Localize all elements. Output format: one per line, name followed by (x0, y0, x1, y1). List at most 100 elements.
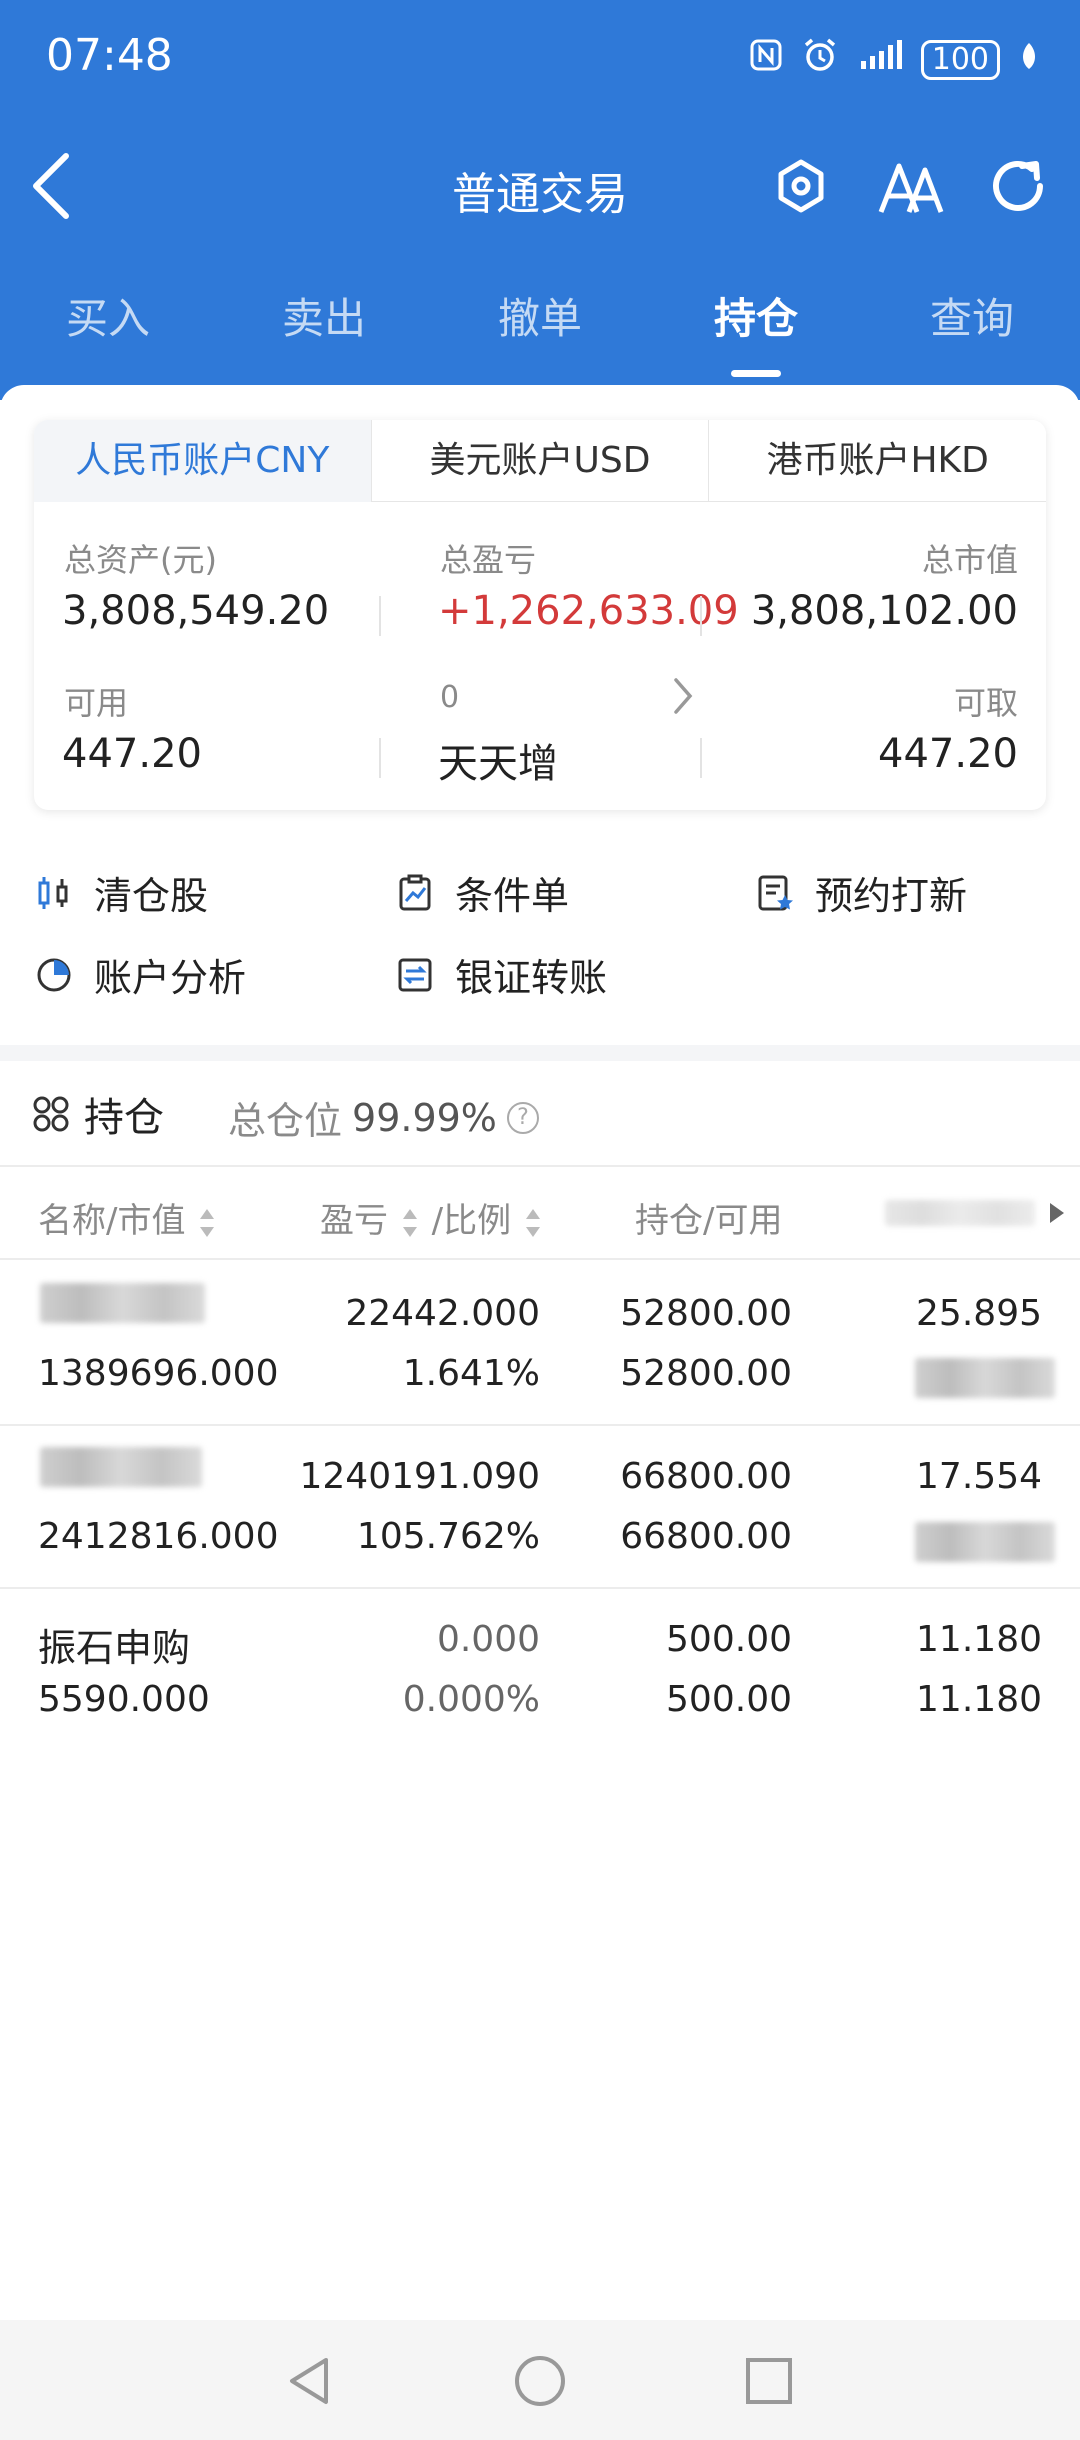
currency-tabs: 人民币账户CNY 美元账户USD 港币账户HKD (34, 420, 1046, 502)
total-pnl-label: 总盈亏 (440, 541, 537, 579)
position-value: 66800.00 (620, 1456, 792, 1497)
withdrawable-value: 447.20 (878, 731, 1018, 777)
ipo-reservation-button[interactable]: 预约打新 (755, 865, 967, 920)
active-tab-indicator (731, 370, 781, 377)
divider (0, 1165, 1080, 1167)
conditional-order-label: 条件单 (455, 874, 570, 918)
battery-indicator: 100 (920, 39, 1000, 80)
leaf-icon (1018, 40, 1040, 80)
available-value: 447.20 (62, 731, 202, 777)
tab-buy[interactable]: 买入 (66, 285, 150, 346)
tab-holdings[interactable]: 持仓 (714, 285, 798, 346)
font-size-icon[interactable] (875, 150, 947, 222)
available-value: 500.00 (666, 1679, 792, 1720)
divider (700, 596, 702, 636)
transfer-icon (398, 958, 432, 991)
total-pnl-value: +1,262,633.09 (438, 588, 739, 634)
tab-query[interactable]: 查询 (930, 285, 1014, 346)
bank-transfer-button[interactable]: 银证转账 (395, 947, 607, 1002)
column-pnl[interactable]: 盈亏 /比例 (320, 1193, 544, 1242)
available-label: 可用 (64, 684, 129, 722)
available-value: 52800.00 (620, 1353, 792, 1394)
withdrawable-label: 可取 (953, 684, 1018, 722)
nav-back-icon[interactable] (282, 2354, 336, 2412)
nav-home-icon[interactable] (513, 2354, 567, 2412)
help-icon[interactable]: ? (506, 1101, 539, 1134)
status-time: 07:48 (46, 30, 173, 81)
divider (700, 738, 702, 778)
divider (0, 1587, 1080, 1589)
stock-name-redacted (40, 1447, 202, 1487)
column-header-redacted (885, 1200, 1035, 1226)
system-nav-bar (0, 2320, 1080, 2440)
stock-name: 振石申购 (38, 1626, 191, 1670)
market-value: 2412816.000 (38, 1516, 279, 1557)
market-value: 5590.000 (38, 1679, 210, 1720)
account-analysis-label: 账户分析 (94, 956, 247, 1000)
candlestick-icon (38, 876, 68, 909)
scroll-right-arrow-icon[interactable] (1046, 1200, 1068, 1230)
total-assets-label: 总资产(元) (64, 541, 217, 579)
divider (379, 596, 381, 636)
available-value: 66800.00 (620, 1516, 792, 1557)
document-star-icon (758, 875, 793, 910)
signal-icon (857, 39, 903, 80)
pnl-ratio: 1.641% (402, 1353, 540, 1394)
column-ratio-label: /比例 (431, 1201, 512, 1241)
holdings-title-label: 持仓 (84, 1095, 164, 1141)
clear-stock-label: 清仓股 (94, 874, 209, 918)
price-value: 11.180 (916, 1619, 1042, 1660)
bank-transfer-label: 银证转账 (455, 956, 608, 1000)
market-value-value: 3,808,102.00 (750, 588, 1018, 634)
clear-stock-button[interactable]: 清仓股 (34, 865, 208, 920)
position-ratio: 总仓位 99.99% ? (228, 1090, 539, 1145)
status-icons: 100 (749, 36, 1040, 83)
cost-redacted (915, 1358, 1055, 1398)
ipo-reservation-label: 预约打新 (815, 874, 968, 918)
tab-cancel-order[interactable]: 撤单 (498, 285, 582, 346)
column-name-mv[interactable]: 名称/市值 (38, 1193, 218, 1242)
pnl-ratio: 105.762% (356, 1516, 540, 1557)
price-value: 25.895 (916, 1293, 1042, 1334)
app-header: 07:48 100 普通交易 买入 卖出 撤单 持仓 查询 (0, 0, 1080, 400)
tiantianzeng-label[interactable]: 天天增 (438, 731, 558, 789)
position-ratio-value: 99.99% (352, 1095, 497, 1140)
holdings-title: 持仓 (32, 1085, 164, 1143)
trade-tabs: 买入 卖出 撤单 持仓 查询 (0, 285, 1080, 355)
market-value-label: 总市值 (921, 541, 1018, 579)
pnl-value: 1240191.090 (299, 1456, 541, 1497)
chevron-right-icon[interactable] (670, 676, 696, 720)
refresh-icon[interactable] (982, 150, 1054, 222)
pnl-value: 22442.000 (345, 1293, 540, 1334)
pie-chart-icon (37, 958, 71, 991)
column-name-mv-label: 名称/市值 (38, 1201, 186, 1241)
pnl-value: 0.000 (436, 1619, 540, 1660)
cost-redacted (915, 1522, 1055, 1562)
alarm-icon (801, 36, 839, 83)
market-value: 1389696.000 (38, 1353, 279, 1394)
currency-tab-cny[interactable]: 人民币账户CNY (34, 420, 371, 502)
divider (0, 1258, 1080, 1260)
account-analysis-button[interactable]: 账户分析 (34, 947, 246, 1002)
tab-sell[interactable]: 卖出 (282, 285, 366, 346)
column-pnl-label: 盈亏 (320, 1201, 388, 1241)
conditional-order-button[interactable]: 条件单 (395, 865, 569, 920)
position-ratio-label: 总仓位 (228, 1099, 343, 1143)
column-hold-avail: 持仓/可用 (635, 1201, 783, 1241)
currency-tab-hkd[interactable]: 港币账户HKD (708, 420, 1046, 502)
total-assets-value: 3,808,549.20 (62, 588, 330, 634)
currency-tab-usd[interactable]: 美元账户USD (370, 420, 709, 502)
settings-hexagon-icon[interactable] (765, 150, 837, 222)
section-divider (0, 1045, 1080, 1061)
pnl-ratio: 0.000% (402, 1679, 540, 1720)
nav-recents-icon[interactable] (742, 2354, 796, 2412)
sort-icon (200, 1208, 215, 1237)
divider (379, 738, 381, 778)
stock-name-redacted (40, 1283, 205, 1323)
nfc-icon (749, 38, 783, 81)
clipboard-chart-icon (399, 874, 431, 910)
cost-value: 11.180 (916, 1679, 1042, 1720)
sort-icon (525, 1208, 540, 1237)
position-value: 52800.00 (620, 1293, 792, 1334)
grid-icon (33, 1096, 69, 1132)
